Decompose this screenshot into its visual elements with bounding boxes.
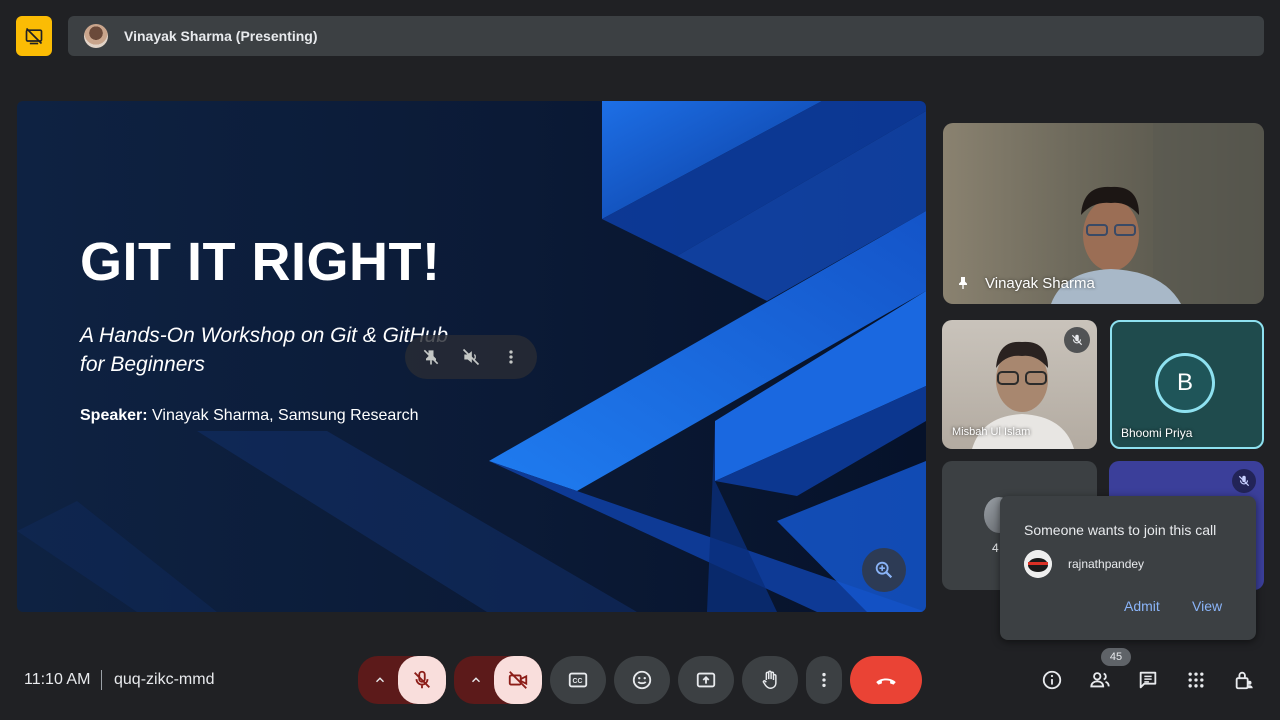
tile-toolbar (405, 335, 537, 379)
others-count: 4 (992, 541, 999, 555)
presenting-label: Vinayak Sharma (Presenting) (124, 28, 318, 44)
captions-button[interactable]: CC (550, 656, 606, 704)
zoom-button[interactable] (862, 548, 906, 592)
svg-text:CC: CC (573, 678, 583, 685)
camera-options-button[interactable] (456, 656, 496, 704)
avatar (84, 24, 108, 48)
avatar: B (1158, 356, 1212, 410)
meeting-details-button[interactable] (1032, 660, 1072, 700)
unpin-icon (423, 349, 439, 365)
meeting-code: quq-zikc-mmd (114, 671, 215, 688)
more-vert-icon (509, 350, 513, 364)
raise-hand-button[interactable] (742, 656, 798, 704)
volume-off-icon (462, 348, 480, 366)
info-icon (1042, 670, 1062, 690)
emoji-icon (632, 670, 652, 690)
call-end-icon (876, 678, 896, 685)
divider (101, 670, 102, 690)
zoom-in-icon (875, 561, 893, 579)
mic-off-icon (414, 670, 430, 689)
requesting-user: rajnathpandey (1068, 557, 1145, 571)
presenter-banner: Vinayak Sharma (Presenting) (68, 16, 1264, 56)
speaker-label: Speaker: (80, 407, 148, 424)
lock-person-icon (1235, 671, 1253, 690)
chevron-up-icon (376, 677, 384, 683)
mic-control-group (358, 656, 446, 704)
slide-subtitle: A Hands-On Workshop on Git & GitHub for … (80, 324, 449, 376)
mic-options-button[interactable] (360, 656, 400, 704)
reactions-button[interactable] (614, 656, 670, 704)
muted-indicator (1232, 469, 1256, 493)
camera-control-group (454, 656, 542, 704)
activities-button[interactable] (1176, 660, 1216, 700)
more-vert-icon (822, 672, 826, 688)
participant-name: Bhoomi Priya (1121, 426, 1193, 440)
chat-button[interactable] (1128, 660, 1168, 700)
stop-presenting-button[interactable] (16, 16, 52, 56)
camera-toggle-button[interactable] (494, 656, 542, 704)
slide-speaker: Speaker: Vinayak Sharma, Samsung Researc… (80, 407, 419, 425)
participant-name: Misbah Ul Islam (952, 426, 1031, 438)
slide-title: GIT IT RIGHT! (80, 232, 441, 292)
clock: 11:10 AM (24, 671, 91, 688)
muted-indicator (1064, 327, 1090, 353)
people-button[interactable] (1080, 660, 1120, 700)
leave-call-button[interactable] (850, 656, 922, 704)
mic-off-icon (1071, 334, 1083, 346)
closed-caption-icon: CC (568, 672, 588, 688)
present-button[interactable] (678, 656, 734, 704)
view-button[interactable]: View (1192, 598, 1222, 614)
hand-icon (762, 670, 777, 689)
chat-icon (1139, 671, 1157, 689)
participant-tile-vinayak[interactable]: Vinayak Sharma (943, 123, 1264, 304)
present-off-icon (25, 27, 43, 45)
admit-button[interactable]: Admit (1124, 598, 1160, 614)
more-options-button[interactable] (806, 656, 842, 704)
present-to-all-icon (696, 672, 716, 688)
presentation-slide[interactable]: GIT IT RIGHT! A Hands-On Workshop on Git… (17, 101, 926, 612)
participant-tile-misbah[interactable]: Misbah Ul Islam (942, 320, 1097, 449)
mic-off-icon (1238, 475, 1250, 487)
pin-icon (955, 275, 971, 291)
join-request-title: Someone wants to join this call (1024, 522, 1217, 538)
avatar (1024, 550, 1052, 578)
mic-toggle-button[interactable] (398, 656, 446, 704)
speaker-value: Vinayak Sharma, Samsung Research (152, 407, 419, 424)
videocam-off-icon (508, 671, 528, 689)
participant-name: Vinayak Sharma (985, 275, 1095, 292)
apps-icon (1188, 672, 1204, 688)
chevron-up-icon (472, 677, 480, 683)
mute-tile-button[interactable] (461, 347, 481, 367)
people-icon (1090, 672, 1110, 688)
unpin-button[interactable] (421, 347, 441, 367)
more-options-button[interactable] (501, 347, 521, 367)
join-request-popup: Someone wants to join this call rajnathp… (1000, 496, 1256, 640)
host-controls-button[interactable] (1224, 660, 1264, 700)
